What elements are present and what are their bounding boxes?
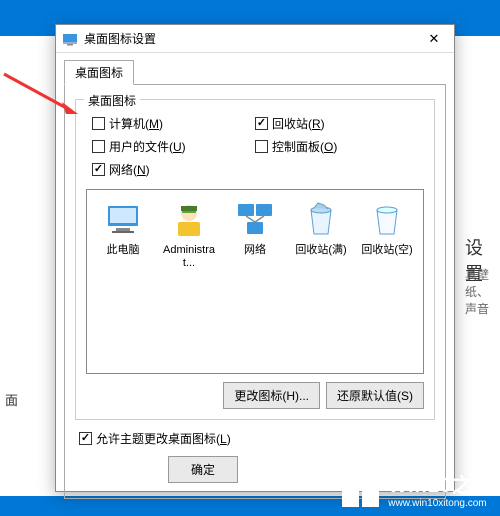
close-button[interactable]: ✕ [420, 29, 448, 49]
windows-logo-icon [340, 468, 382, 510]
watermark: Win10之家 www.win10xitong.com [338, 466, 496, 512]
icon-recycle-full-label: 回收站(满) [291, 244, 351, 257]
check-network-label: 网络(N) [109, 161, 150, 178]
check-user-files-box[interactable] [92, 140, 105, 153]
icon-preview-list[interactable]: 此电脑 Administrat... 网络回收站(满) 回收站(空) [86, 189, 424, 374]
icon-network-label: 网络 [225, 244, 285, 257]
check-recycle-bin-label: 回收站(R) [272, 115, 325, 132]
group-title: 桌面图标 [84, 92, 140, 109]
icon-this-pc-icon [102, 198, 144, 240]
tab-desktop-icons[interactable]: 桌面图标 [64, 60, 134, 85]
check-control-panel-box[interactable] [255, 140, 268, 153]
check-computer[interactable]: 计算机(M) [92, 112, 255, 135]
checkbox-grid: 计算机(M) 回收站(R) 用户的文件(U) 控制面板(O) 网络(N) [86, 108, 424, 189]
bg-sidelabel: 面 [5, 390, 18, 409]
icon-user-icon [168, 198, 210, 240]
tab-content: 桌面图标 计算机(M) 回收站(R) 用户的文件(U) 控制面板(O) 网络(N) 此电… [64, 84, 446, 499]
check-control-panel-label: 控制面板(O) [272, 138, 337, 155]
icon-recycle-full[interactable]: 回收站(满) [291, 198, 351, 257]
icon-user-label: Administrat... [159, 244, 219, 270]
icon-this-pc[interactable]: 此电脑 [93, 198, 153, 257]
tab-strip: 桌面图标 [56, 53, 454, 84]
check-computer-box[interactable] [92, 117, 105, 130]
check-user-files[interactable]: 用户的文件(U) [92, 135, 255, 158]
allow-theme-label: 允许主题更改桌面图标(L) [96, 430, 231, 447]
icon-button-row: 更改图标(H)... 还原默认值(S) [86, 382, 424, 409]
allow-theme-row[interactable]: 允许主题更改桌面图标(L) [75, 430, 435, 447]
icon-recycle-empty-label: 回收站(空) [357, 244, 417, 257]
icon-network-icon [234, 198, 276, 240]
icon-user[interactable]: Administrat... [159, 198, 219, 270]
check-computer-label: 计算机(M) [109, 115, 163, 132]
icon-recycle-full-icon [300, 198, 342, 240]
restore-default-button[interactable]: 还原默认值(S) [326, 382, 424, 409]
app-icon [62, 32, 78, 46]
dialog-title: 桌面图标设置 [84, 30, 420, 47]
watermark-url: www.win10xitong.com [388, 498, 494, 509]
titlebar: 桌面图标设置 ✕ [56, 25, 454, 53]
desktop-icon-settings-dialog: 桌面图标设置 ✕ 桌面图标 桌面图标 计算机(M) 回收站(R) 用户的文件(U) 控… [55, 24, 455, 492]
check-network[interactable]: 网络(N) [92, 158, 255, 181]
check-control-panel[interactable]: 控制面板(O) [255, 135, 418, 158]
change-icon-button[interactable]: 更改图标(H)... [223, 382, 320, 409]
allow-theme-checkbox[interactable] [79, 432, 92, 445]
check-recycle-bin-box[interactable] [255, 117, 268, 130]
bg-subtext: 具壁纸、声音 [465, 266, 500, 317]
check-user-files-label: 用户的文件(U) [109, 138, 186, 155]
dialog-footer-buttons: 确定 [168, 456, 238, 483]
icon-this-pc-label: 此电脑 [93, 244, 153, 257]
icon-recycle-empty[interactable]: 回收站(空) [357, 198, 417, 257]
watermark-title: Win10之家 [388, 469, 494, 498]
check-network-box[interactable] [92, 163, 105, 176]
ok-button[interactable]: 确定 [168, 456, 238, 483]
icon-recycle-empty-icon [366, 198, 408, 240]
icon-network[interactable]: 网络 [225, 198, 285, 257]
check-recycle-bin[interactable]: 回收站(R) [255, 112, 418, 135]
desktop-icons-group: 桌面图标 计算机(M)回收站(R)用户的文件(U)控制面板(O)网络(N) 此电… [75, 99, 435, 420]
